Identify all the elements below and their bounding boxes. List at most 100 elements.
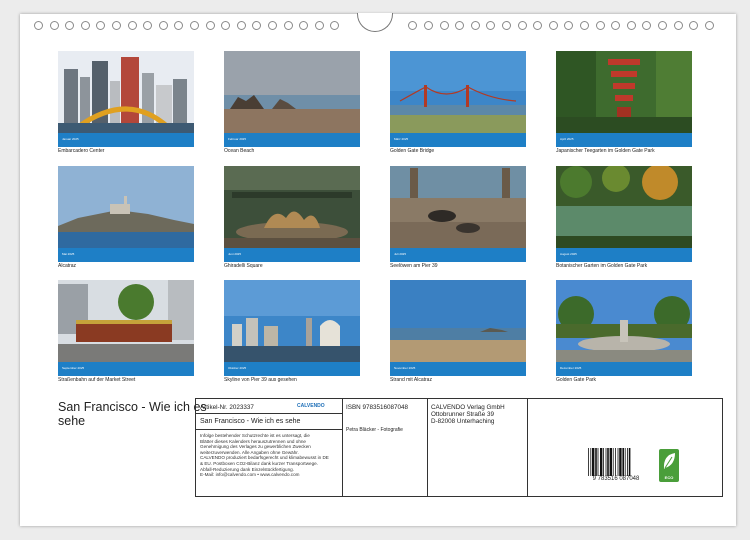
month-label: November 2025	[394, 366, 416, 370]
binding-ring	[704, 21, 714, 30]
barcode-bar	[619, 448, 622, 476]
binding-ring	[221, 21, 231, 30]
imprint-box: Artikel-Nr. 2023337 CALVENDO San Francis…	[195, 398, 723, 497]
binding-ring	[330, 21, 340, 30]
binding-ring	[252, 21, 262, 30]
calendar-title: San Francisco - Wie ich es sehe	[58, 400, 207, 428]
binding-ring	[548, 21, 558, 30]
binding-ring	[127, 21, 137, 30]
photo-caption: Embarcadero Center	[58, 148, 105, 154]
photo-japanese-tea-garden	[556, 51, 692, 133]
barcode-bar	[597, 448, 599, 476]
month-strip: April 2025	[556, 133, 692, 147]
barcode-bar	[615, 448, 616, 476]
binding-ring	[96, 21, 106, 30]
binding-ring	[455, 21, 465, 30]
binding-ring	[689, 21, 699, 30]
binding-ring	[642, 21, 652, 30]
binding-ring	[658, 21, 667, 30]
publisher-street: Ottobrunner Straße 39	[431, 411, 495, 418]
photo-caption: Straßenbahn auf der Market Street	[58, 377, 136, 383]
month-label: August 2025	[560, 252, 577, 256]
calvendo-logo-text: CALVENDO	[297, 403, 325, 409]
binding-ring	[143, 21, 153, 30]
barcode-bar	[612, 448, 614, 476]
publisher-name: CALVENDO Verlag GmbH	[431, 404, 505, 411]
month-label: Februar 2025	[228, 137, 247, 141]
eco-label: ECO	[664, 475, 674, 480]
calvendo-logo: CALVENDO	[297, 403, 337, 412]
binding-ring	[611, 21, 621, 30]
binding-ring	[65, 21, 75, 30]
binding-ring	[564, 21, 574, 30]
photo-caption: Golden Gate Bridge	[390, 148, 435, 154]
binding-ring	[408, 21, 418, 30]
photo-caption: Strand mit Alcatraz	[390, 377, 432, 383]
photo-caption: Golden Gate Park	[556, 377, 597, 383]
photo-cable-car-market-street	[58, 280, 194, 362]
barcode-bar	[609, 448, 612, 476]
isbn: ISBN 9783516087048	[346, 404, 408, 411]
binding-ring	[595, 21, 605, 30]
month-strip: Februar 2025	[224, 133, 360, 147]
photo-caption: Ghiradelli Square	[224, 263, 263, 269]
imprint-title: San Francisco - Wie ich es sehe	[200, 418, 301, 425]
binding-ring	[502, 21, 511, 30]
month-strip: März 2025	[390, 133, 526, 147]
binding-ring	[486, 21, 496, 30]
barcode-bar	[603, 448, 604, 476]
photo-caption: Ocean Beach	[224, 148, 255, 154]
month-label: Mai 2025	[62, 252, 75, 256]
photo-caption: Seelöwen am Pier 39	[390, 263, 438, 269]
photo-ghirardelli-square	[224, 166, 360, 248]
photo-golden-gate-park	[556, 280, 692, 362]
eco-badge: ECO	[659, 449, 679, 482]
month-strip: Juni 2025	[224, 248, 360, 262]
publisher-city: D-82008 Unterhaching	[431, 418, 495, 425]
binding-ring	[268, 21, 277, 30]
photo-golden-gate-bridge	[390, 51, 526, 133]
leaf-icon	[663, 453, 675, 469]
barcode-bar	[590, 448, 592, 476]
binding-ring	[158, 21, 168, 30]
photo-beach-with-alcatraz	[390, 280, 526, 362]
month-strip: Mai 2025	[58, 248, 194, 262]
binding-ring	[314, 21, 324, 30]
binding-ring	[470, 21, 480, 30]
month-label: Juni 2025	[228, 252, 242, 256]
binding-ring	[236, 21, 246, 30]
binding-ring	[80, 21, 90, 30]
month-label: Oktober 2025	[228, 366, 247, 370]
binding-ring	[424, 21, 433, 30]
barcode-bar	[605, 448, 607, 476]
binding-ring	[626, 21, 636, 30]
legal-notice: Infolge bestehender Schutzrechte ist es …	[200, 433, 340, 478]
photo-botanical-garden	[556, 166, 692, 248]
barcode-bar	[627, 448, 628, 476]
photo-caption: Japanischer Teegarten im Golden Gate Par…	[556, 148, 655, 154]
month-strip: Januar 2025	[58, 133, 194, 147]
month-strip: August 2025	[556, 248, 692, 262]
photographer: Petra Bläcker - Fotografie	[346, 427, 403, 433]
barcode-bar	[595, 448, 597, 476]
barcode-bar	[622, 448, 624, 476]
month-label: Januar 2025	[62, 137, 79, 141]
barcode-bar	[592, 448, 595, 476]
binding-ring	[299, 21, 309, 30]
binding-ring	[533, 21, 543, 30]
photo-sea-lions-pier-39	[390, 166, 526, 248]
month-label: März 2025	[394, 137, 409, 141]
barcode: 9 783516 087048	[587, 448, 645, 484]
barcode-bar	[607, 448, 609, 476]
month-strip: Dezember 2025	[556, 362, 692, 376]
binding-ring	[34, 21, 43, 30]
binding-ring	[283, 21, 293, 30]
month-strip: Juli 2025	[390, 248, 526, 262]
calendar-back-page: Januar 2025 Embarcadero Center Februar 2…	[20, 13, 736, 526]
photo-skyline-pier-39	[224, 280, 360, 362]
binding-ring	[112, 21, 121, 30]
binding-ring	[49, 21, 59, 30]
photo-embarcadero-center	[58, 51, 194, 133]
month-strip: Oktober 2025	[224, 362, 360, 376]
barcode-bar	[600, 448, 603, 476]
